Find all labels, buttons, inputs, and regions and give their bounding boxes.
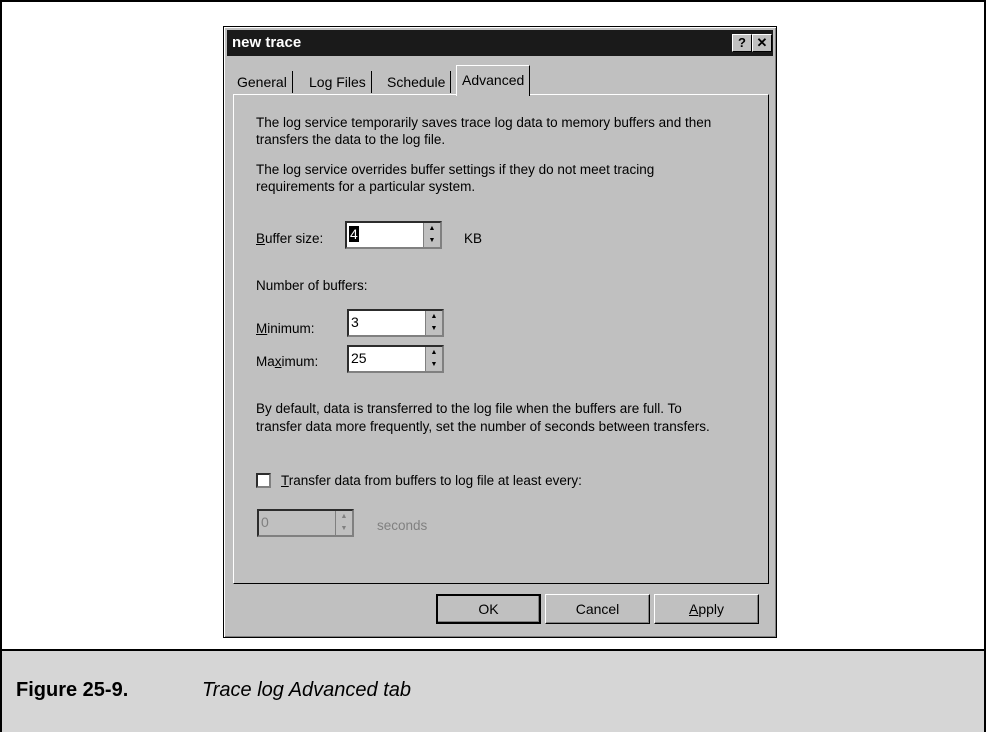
transfer-checkbox[interactable] [256,473,271,488]
new-trace-dialog: new trace ? ✕ General Log Files Schedule… [223,26,777,638]
default-note-1: By default, data is transferred to the l… [256,401,682,416]
maximum-label: Maximum: [256,354,319,369]
seconds-spin-arrows[interactable]: ▲ ▼ [335,511,352,535]
seconds-unit: seconds [377,518,428,533]
title-bar: new trace ? ✕ [227,30,773,56]
minimum-label: Minimum: [256,321,315,336]
seconds-spinner[interactable]: 0 ▲ ▼ [257,509,354,537]
maximum-value: 25 [351,350,367,366]
transfer-checkbox-label[interactable]: Transfer data from buffers to log file a… [281,472,582,489]
tab-strip: General Log Files Schedule Advanced [232,65,772,96]
number-of-buffers-label: Number of buffers: [256,278,368,293]
seconds-value: 0 [261,514,269,530]
intro-text-1a: The log service temporarily saves trace … [256,115,712,130]
apply-button[interactable]: Apply [654,594,759,624]
intro-text-1b: transfers the data to the log file. [256,132,446,147]
ok-button[interactable]: OK [436,594,541,624]
tab-log-files[interactable]: Log Files [304,71,372,93]
tab-schedule[interactable]: Schedule [382,71,452,93]
intro-text-2b: requirements for a particular system. [256,179,476,194]
minimum-value: 3 [351,314,359,330]
figure-number: Figure 25-9. [16,679,129,701]
figure-caption-text: Trace log Advanced tab [202,679,412,701]
maximum-spinner[interactable]: 25 ▲ ▼ [347,345,444,373]
intro-text-2a: The log service overrides buffer setting… [256,162,655,177]
buffer-size-spinner[interactable]: 4 ▲ ▼ [345,221,442,249]
tab-advanced[interactable]: Advanced [456,65,531,96]
dialog-title: new trace [232,34,302,51]
tab-general[interactable]: General [232,71,293,93]
help-icon[interactable]: ? [732,34,752,52]
figure-caption: Figure 25-9. Trace log Advanced tab [2,649,984,732]
minimum-spin-arrows[interactable]: ▲ ▼ [425,311,442,335]
buffer-size-unit: KB [464,231,483,246]
minimum-spinner[interactable]: 3 ▲ ▼ [347,309,444,337]
buffer-size-spin-arrows[interactable]: ▲ ▼ [423,223,440,247]
default-note-2: transfer data more frequently, set the n… [256,419,710,434]
buffer-size-label: Buffer size: [256,231,324,246]
close-icon[interactable]: ✕ [752,34,772,52]
maximum-spin-arrows[interactable]: ▲ ▼ [425,347,442,371]
cancel-button[interactable]: Cancel [545,594,650,624]
buffer-size-value: 4 [349,226,359,242]
